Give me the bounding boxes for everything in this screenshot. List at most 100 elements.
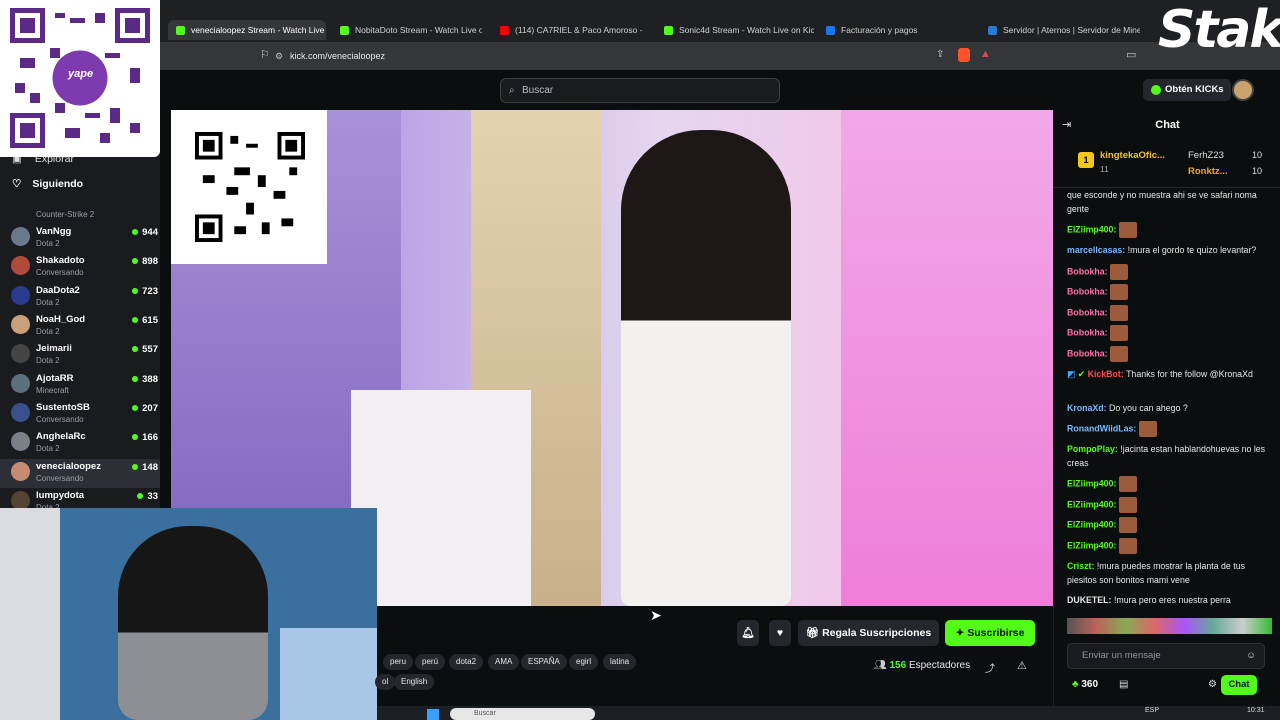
tag[interactable]: ESPAÑA — [521, 654, 567, 670]
taskbar-clock[interactable]: 10:31 — [1247, 707, 1265, 714]
tag[interactable]: egirl — [569, 654, 599, 670]
chat-username[interactable]: marcellcasas: — [1067, 245, 1125, 255]
sidebar-following[interactable]: ♡ Siguiendo — [12, 178, 83, 190]
tab-aternos[interactable]: Servidor | Aternos | Servidor de Mine — [980, 20, 1140, 40]
viewer-count-display: 👥︎ 156 Espectadores — [874, 660, 970, 671]
chat-message: DUKETEL: !mura pero eres nuestra perra — [1067, 593, 1272, 607]
chat-username[interactable]: ElZiimp400: — [1067, 499, 1116, 509]
live-dot-icon — [132, 434, 139, 440]
follow-button[interactable]: ♥ — [769, 620, 791, 646]
sidebar-item-anghelarc[interactable]: AnghelaRc Dota 2 166 — [0, 429, 160, 458]
subscribe-button[interactable]: ✦ Suscribirse — [945, 620, 1035, 646]
kicks-coin-icon — [1151, 85, 1161, 95]
chat-username[interactable]: ElZiimp400: — [1067, 519, 1116, 529]
tab-label: venecialoopez Stream - Watch Live on Kic… — [191, 25, 326, 35]
avatar — [11, 227, 30, 246]
tab-youtube[interactable]: (114) CA7RIEL & Paco Amoroso - M — [492, 20, 644, 40]
tag[interactable]: peru — [383, 654, 414, 670]
brave-shield-icon[interactable] — [958, 48, 970, 62]
chat-username[interactable]: RonandWiidLas: — [1067, 423, 1136, 433]
sidebar-item-venecialoopez[interactable]: venecialoopez Conversando 148 — [0, 459, 160, 488]
bookmark-icon[interactable]: ⚐ — [260, 48, 270, 61]
tab-facturacion[interactable]: Facturación y pagos — [818, 20, 968, 40]
send-chat-button[interactable]: Chat — [1221, 675, 1257, 695]
chat-username[interactable]: Bobokha: — [1067, 266, 1108, 276]
share-icon[interactable]: ⇪ — [936, 49, 944, 60]
sidebar-item-shakadoto[interactable]: Shakadoto Conversando 898 — [0, 253, 160, 282]
tag[interactable]: ol — [375, 674, 396, 690]
avatar — [11, 315, 30, 334]
chat-username[interactable]: Bobokha: — [1067, 348, 1108, 358]
channel-game: Conversando — [36, 268, 84, 277]
notifications-button[interactable]: 🔔︎ — [737, 620, 759, 646]
viewer-count: 898 — [132, 256, 158, 267]
tab-label: Servidor | Aternos | Servidor de Mine — [1003, 25, 1140, 35]
leaderboard-count: 11 — [1100, 164, 1109, 174]
webcam-blanket — [280, 628, 377, 720]
channel-game: Dota 2 — [36, 327, 60, 336]
sidebar-item-noah-god[interactable]: NoaH_God Dota 2 615 — [0, 312, 160, 341]
gift-subs-button[interactable]: 🎁︎ Regala Suscripciones — [798, 620, 939, 646]
report-icon[interactable]: ⚠ — [1017, 659, 1027, 672]
tag[interactable]: AMA — [488, 654, 520, 670]
taskbar-search[interactable]: Buscar — [450, 708, 595, 720]
emoji-icon[interactable]: ☺ — [1246, 644, 1256, 668]
chat-settings-icon[interactable]: ⚙ — [1208, 679, 1217, 690]
leaderboard-name[interactable]: FerhZ23 — [1188, 150, 1224, 161]
chat-username[interactable]: KickBot: — [1088, 369, 1124, 379]
chat-username[interactable]: ElZiimp400: — [1067, 224, 1116, 234]
emote-bar[interactable] — [1067, 618, 1272, 634]
chat-username[interactable]: DUKETEL: — [1067, 595, 1111, 605]
chat-message: ElZiimp400: — [1067, 497, 1272, 513]
emote-icon — [1110, 284, 1129, 300]
sidebar-item-sustentosb[interactable]: SustentoSB Conversando 207 — [0, 400, 160, 429]
tab-label: NobitaDoto Stream - Watch Live on Kick — [355, 25, 482, 35]
bot-badge-icon: ◩ — [1067, 369, 1076, 379]
chat-username[interactable]: KronaXd: — [1067, 403, 1107, 413]
verified-badge-icon: ✔ — [1077, 369, 1086, 379]
tag[interactable]: dota2 — [449, 654, 484, 670]
chat-username[interactable]: PompoPlay: — [1067, 444, 1118, 454]
chat-input-placeholder: Enviar un mensaje — [1082, 650, 1161, 661]
tag[interactable]: perú — [415, 654, 446, 670]
leaderboard-name[interactable]: Ronktz... — [1188, 166, 1228, 177]
sidebar-item-daadota2[interactable]: DaaDota2 Dota 2 723 — [0, 283, 160, 312]
sidebar-item-vanngg[interactable]: VanNgg Dota 2 944 — [0, 224, 160, 253]
sidebar-item-ajotarr[interactable]: AjotaRR Minecraft 388 — [0, 371, 160, 400]
tag[interactable]: latina — [603, 654, 637, 670]
site-info-icon[interactable]: ⚙ — [275, 47, 283, 65]
channel-points[interactable]: ♣ 360 — [1072, 679, 1098, 690]
chat-username[interactable]: Bobokha: — [1067, 327, 1108, 337]
stake-logo: Stake — [1158, 0, 1280, 60]
chat-username[interactable]: ElZiimp400: — [1067, 478, 1116, 488]
tab-sonic4d[interactable]: Sonic4d Stream - Watch Live on Kick — [656, 20, 814, 40]
windows-start-icon[interactable] — [427, 709, 439, 720]
chat-input[interactable]: Enviar un mensaje ☺ — [1067, 643, 1265, 669]
live-dot-icon — [132, 464, 139, 470]
rewards-icon[interactable]: ▲ — [980, 48, 991, 60]
avatar — [11, 286, 30, 305]
shop-icon[interactable]: ▤ — [1119, 679, 1128, 690]
emote-icon — [1118, 497, 1137, 513]
tab-venecialoopez[interactable]: venecialoopez Stream - Watch Live on Kic… — [168, 20, 326, 40]
tab-nobitadoto[interactable]: NobitaDoto Stream - Watch Live on Kick — [332, 20, 482, 40]
chat-message: marcellcasas: !mura el gordo te quizo le… — [1067, 243, 1272, 257]
viewer-count-label: Espectadores — [908, 660, 971, 671]
tag[interactable]: English — [394, 674, 435, 690]
leaderboard-name[interactable]: kingtekaOfic... — [1100, 150, 1165, 161]
get-kicks-button[interactable]: Obtén KICKs — [1143, 79, 1231, 101]
chat-username[interactable]: Bobokha: — [1067, 286, 1108, 296]
viewer-count-value: 723 — [142, 286, 158, 297]
user-avatar[interactable] — [1232, 79, 1254, 101]
search-input[interactable]: ⌕ Buscar — [500, 78, 780, 103]
share-icon[interactable]: ⤴ — [985, 660, 995, 675]
keyboard-language[interactable]: ESP — [1145, 707, 1159, 714]
chat-username[interactable]: Criszt: — [1067, 561, 1094, 571]
chat-username[interactable]: ElZiimp400: — [1067, 540, 1116, 550]
sidebar-item-jeimarii[interactable]: Jeimarii Dota 2 557 — [0, 341, 160, 370]
url-field[interactable]: ⚙ kick.com/venecialoopez — [275, 47, 995, 65]
sidebar-toggle-icon[interactable]: ▭ — [1126, 48, 1136, 61]
yape-logo: yape — [68, 68, 94, 80]
avatar — [11, 374, 30, 393]
chat-username[interactable]: Bobokha: — [1067, 307, 1108, 317]
